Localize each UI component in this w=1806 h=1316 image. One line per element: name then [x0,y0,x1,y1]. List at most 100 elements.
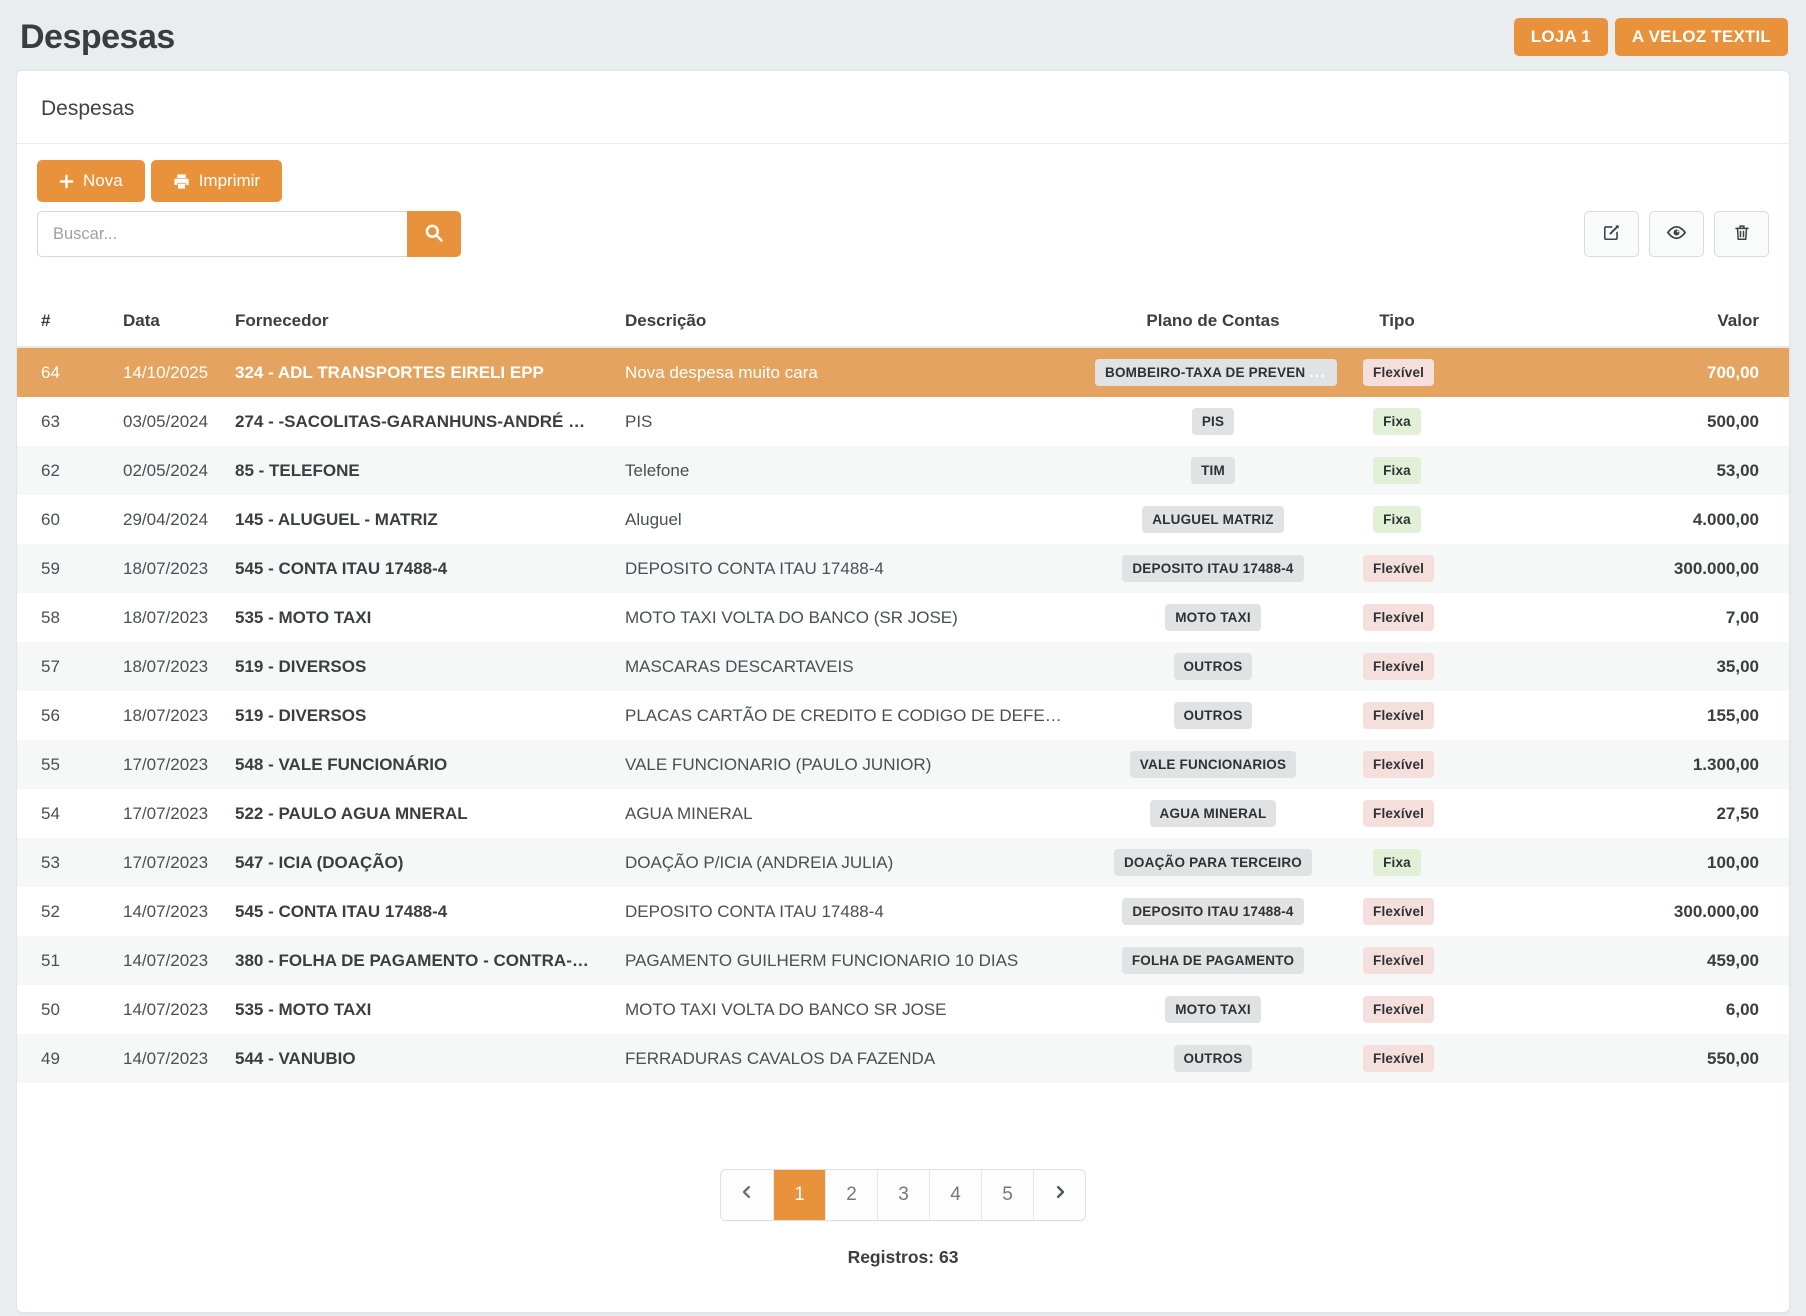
row-type: Fixa [1347,397,1447,446]
pagination: 1 2 3 4 5 [720,1169,1086,1221]
chevron-left-icon [738,1183,756,1207]
row-value: 500,00 [1447,397,1789,446]
row-account-plan: DOAÇÃO PARA TERCEIRO [1079,838,1347,887]
row-type: Fixa [1347,446,1447,495]
pagination-page-2[interactable]: 2 [825,1170,877,1220]
view-button[interactable] [1649,211,1704,257]
new-expense-label: Nova [83,171,123,191]
account-plan-badge: PIS [1192,408,1234,435]
delete-button[interactable] [1714,211,1769,257]
row-value: 300.000,00 [1447,887,1789,936]
table-row[interactable]: 49 14/07/2023 544 - VANUBIO FERRADURAS C… [17,1034,1789,1083]
row-id: 58 [17,593,107,642]
pagination-page-3[interactable]: 3 [877,1170,929,1220]
type-badge: Fixa [1373,408,1421,435]
row-id: 56 [17,691,107,740]
table-row[interactable]: 51 14/07/2023 380 - FOLHA DE PAGAMENTO -… [17,936,1789,985]
table-row[interactable]: 55 17/07/2023 548 - VALE FUNCIONÁRIO VAL… [17,740,1789,789]
table-row[interactable]: 52 14/07/2023 545 - CONTA ITAU 17488-4 D… [17,887,1789,936]
table-row[interactable]: 54 17/07/2023 522 - PAULO AGUA MNERAL AG… [17,789,1789,838]
row-value: 35,00 [1447,642,1789,691]
row-supplier: 545 - CONTA ITAU 17488-4 [219,544,609,593]
table-row[interactable]: 58 18/07/2023 535 - MOTO TAXI MOTO TAXI … [17,593,1789,642]
table-row[interactable]: 62 02/05/2024 85 - TELEFONE Telefone TIM… [17,446,1789,495]
row-date: 18/07/2023 [107,544,219,593]
row-supplier: 547 - ICIA (DOAÇÃO) [219,838,609,887]
pagination-page-5[interactable]: 5 [981,1170,1033,1220]
table-row-selected[interactable]: 64 14/10/2025 324 - ADL TRANSPORTES EIRE… [17,347,1789,397]
row-account-plan: DEPOSITO ITAU 17488-4 [1079,544,1347,593]
card-title: Despesas [17,71,1789,144]
row-account-plan: PIS [1079,397,1347,446]
row-description: DOAÇÃO P/ICIA (ANDREIA JULIA) [609,838,1079,887]
row-account-plan: MOTO TAXI [1079,593,1347,642]
truncation-dots: ... [1305,365,1326,380]
type-badge: Fixa [1373,506,1421,533]
printer-icon [173,173,190,190]
account-plan-badge: AGUA MINERAL [1150,800,1277,827]
row-description: PAGAMENTO GUILHERM FUNCIONARIO 10 DIAS [609,936,1079,985]
print-button[interactable]: Imprimir [151,160,282,202]
print-label: Imprimir [199,171,260,191]
type-badge: Flexível [1363,702,1434,729]
table-row[interactable]: 59 18/07/2023 545 - CONTA ITAU 17488-4 D… [17,544,1789,593]
row-type: Flexível [1347,1034,1447,1083]
search-input[interactable] [37,211,407,257]
pagination-next-button[interactable] [1033,1170,1085,1220]
table-row[interactable]: 53 17/07/2023 547 - ICIA (DOAÇÃO) DOAÇÃO… [17,838,1789,887]
row-id: 51 [17,936,107,985]
row-id: 49 [17,1034,107,1083]
row-id: 55 [17,740,107,789]
eye-icon [1666,222,1687,246]
row-supplier: 535 - MOTO TAXI [219,593,609,642]
table-row[interactable]: 60 29/04/2024 145 - ALUGUEL - MATRIZ Alu… [17,495,1789,544]
row-type: Flexível [1347,985,1447,1034]
expenses-table: # Data Fornecedor Descrição Plano de Con… [17,297,1789,1083]
type-badge: Flexível [1363,653,1434,680]
row-description: MOTO TAXI VOLTA DO BANCO (SR JOSE) [609,593,1079,642]
row-supplier: 519 - DIVERSOS [219,691,609,740]
pagination-page-1[interactable]: 1 [773,1170,825,1220]
topbar-buttons: LOJA 1 A VELOZ TEXTIL [1514,18,1788,56]
row-id: 53 [17,838,107,887]
company-button[interactable]: A VELOZ TEXTIL [1615,18,1788,56]
row-description: MOTO TAXI VOLTA DO BANCO SR JOSE [609,985,1079,1034]
row-supplier: 535 - MOTO TAXI [219,985,609,1034]
row-value: 7,00 [1447,593,1789,642]
row-id: 64 [17,347,107,397]
action-group [1584,211,1769,257]
row-description: DEPOSITO CONTA ITAU 17488-4 [609,887,1079,936]
row-supplier: 519 - DIVERSOS [219,642,609,691]
row-description: Telefone [609,446,1079,495]
type-badge: Flexível [1363,1045,1434,1072]
pagination-page-4[interactable]: 4 [929,1170,981,1220]
row-supplier: 274 - -SACOLITAS-GARANHUNS-ANDRÉ PH… [219,397,609,446]
row-account-plan: VALE FUNCIONARIOS [1079,740,1347,789]
table-row[interactable]: 57 18/07/2023 519 - DIVERSOS MASCARAS DE… [17,642,1789,691]
row-account-plan: OUTROS [1079,642,1347,691]
store-button[interactable]: LOJA 1 [1514,18,1608,56]
search-button[interactable] [407,211,461,257]
row-description: PLACAS CARTÃO DE CREDITO E CODIGO DE DEF… [609,691,1079,740]
row-type: Flexível [1347,691,1447,740]
new-expense-button[interactable]: Nova [37,160,145,202]
row-value: 700,00 [1447,347,1789,397]
table-header-row: # Data Fornecedor Descrição Plano de Con… [17,297,1789,347]
row-account-plan: FOLHA DE PAGAMENTO [1079,936,1347,985]
row-type: Flexível [1347,740,1447,789]
type-badge: Flexível [1363,751,1434,778]
pagination-prev-button[interactable] [721,1170,773,1220]
row-account-plan: OUTROS [1079,691,1347,740]
plus-icon [59,174,74,189]
table-row[interactable]: 50 14/07/2023 535 - MOTO TAXI MOTO TAXI … [17,985,1789,1034]
row-description: DEPOSITO CONTA ITAU 17488-4 [609,544,1079,593]
row-type: Flexível [1347,642,1447,691]
table-row[interactable]: 63 03/05/2024 274 - -SACOLITAS-GARANHUNS… [17,397,1789,446]
row-account-plan: BOMBEIRO-TAXA DE PREVEN... [1079,347,1347,397]
edit-button[interactable] [1584,211,1639,257]
table-row[interactable]: 56 18/07/2023 519 - DIVERSOS PLACAS CART… [17,691,1789,740]
type-badge: Flexível [1363,947,1434,974]
account-plan-badge: FOLHA DE PAGAMENTO [1122,947,1304,974]
row-id: 60 [17,495,107,544]
row-type: Fixa [1347,495,1447,544]
